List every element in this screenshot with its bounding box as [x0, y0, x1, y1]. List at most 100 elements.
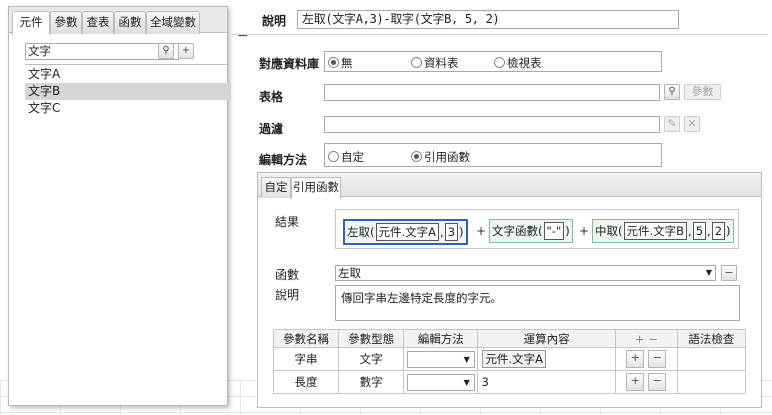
- syntax-check-cell: [676, 347, 747, 371]
- col-syntax-check: 語法檢查: [676, 329, 747, 348]
- add-row-button[interactable]: +: [626, 373, 645, 391]
- remove-row-button[interactable]: −: [648, 350, 667, 368]
- plus-icon: +: [630, 351, 640, 364]
- table-row: 長度 數字 ▼ 3 + −: [272, 370, 747, 394]
- minus-icon: −: [652, 374, 662, 387]
- tab-lookup[interactable]: 查表: [82, 11, 114, 34]
- list-item-selected[interactable]: 文字B: [25, 83, 231, 100]
- param-type-cell: 文字: [338, 347, 405, 371]
- plus-operator: +: [476, 224, 487, 238]
- radio-reference-function[interactable]: 引用函數: [411, 149, 470, 165]
- search-icon: ⚲: [162, 45, 170, 56]
- plus-operator: +: [579, 224, 590, 238]
- radio-custom[interactable]: 自定: [328, 149, 364, 165]
- list-item[interactable]: 文字C: [25, 100, 231, 117]
- syntax-check-cell: [676, 370, 747, 394]
- add-button[interactable]: +: [178, 43, 194, 59]
- param-name-cell: 字串: [272, 347, 340, 371]
- radio-data-table[interactable]: 資料表: [411, 55, 459, 71]
- col-add-remove: + −: [614, 329, 678, 348]
- function-label: 函數: [275, 268, 300, 282]
- dropdown-arrow-icon: ▼: [463, 354, 470, 364]
- list-item[interactable]: 文字A: [25, 66, 231, 83]
- tab-custom[interactable]: 自定: [261, 177, 291, 198]
- plus-icon: +: [630, 374, 640, 387]
- formula-chip-left[interactable]: 左取(元件.文字A, 3): [343, 219, 468, 245]
- func-desc-label: 說明: [275, 288, 300, 302]
- param-type-cell: 數字: [338, 370, 405, 394]
- search-button[interactable]: ⚲: [158, 43, 174, 59]
- source-table-radio-group: 無 資料表 檢視表: [324, 51, 662, 72]
- close-icon: ✕: [687, 117, 697, 130]
- dropdown-arrow-icon: ▼: [463, 377, 470, 387]
- minus-icon: −: [652, 351, 662, 364]
- filter-input[interactable]: [324, 116, 660, 133]
- function-editor-panel: 自定 引用函數 結果 左取(元件.文字A, 3) + 文字函數("-") + 中取…: [257, 172, 762, 408]
- inner-tabbar: 自定 引用函數: [258, 173, 761, 199]
- filter-label: 過濾: [259, 122, 284, 136]
- content-cell[interactable]: 3: [477, 370, 616, 394]
- radio-on-icon: [411, 151, 422, 162]
- remove-row-button[interactable]: −: [648, 373, 667, 391]
- param-name-cell: 長度: [272, 370, 340, 394]
- dropdown-arrow-icon: ▼: [705, 268, 712, 277]
- tab-components[interactable]: 元件: [12, 11, 50, 35]
- edit-method-cell: ▼: [403, 370, 479, 394]
- description-label: 說明: [262, 14, 287, 28]
- radio-off-icon: [494, 57, 505, 68]
- tab-global-variables[interactable]: 全域變數: [146, 11, 200, 34]
- plus-icon: +: [181, 45, 191, 56]
- formula-arg-chip[interactable]: 2: [711, 222, 726, 240]
- minus-icon: −: [724, 266, 734, 279]
- formula-arg-chip[interactable]: 3: [444, 223, 459, 241]
- add-row-button[interactable]: +: [626, 350, 645, 368]
- radio-none[interactable]: 無: [328, 55, 353, 71]
- formula-chip-right[interactable]: 中取(元件.文字B, 5, 2): [592, 219, 734, 243]
- param-table: 參數名稱 參數型態 編輯方法 運算內容 + − 語法檢查 字串 文字 ▼ 元件.…: [272, 329, 747, 394]
- content-cell[interactable]: 元件.文字A: [477, 347, 616, 371]
- formula-box: 左取(元件.文字A, 3) + 文字函數("-") + 中取(元件.文字B, 5, 2…: [335, 209, 739, 249]
- edit-method-select[interactable]: ▼: [406, 350, 475, 368]
- formula-arg-chip[interactable]: 5: [692, 222, 707, 240]
- radio-view-table[interactable]: 檢視表: [494, 55, 542, 71]
- tab-reference-function[interactable]: 引用函數: [291, 177, 341, 199]
- collapse-icon[interactable]: −: [237, 28, 249, 44]
- add-remove-cell: + −: [614, 347, 678, 371]
- content-chip[interactable]: 元件.文字A: [482, 350, 546, 368]
- table-label: 表格: [259, 90, 284, 104]
- filter-clear-button[interactable]: ✕: [684, 116, 700, 132]
- result-label: 結果: [275, 215, 300, 229]
- formula-arg-chip[interactable]: 元件.文字A: [375, 223, 440, 241]
- filter-edit-button[interactable]: ✎: [664, 116, 680, 132]
- radio-off-icon: [328, 151, 339, 162]
- formula-arg-chip[interactable]: "-": [543, 222, 565, 240]
- function-select[interactable]: 左取 ▼: [335, 265, 716, 281]
- add-remove-cell: + −: [614, 370, 678, 394]
- tab-parameters[interactable]: 參數: [50, 11, 82, 34]
- component-list: 文字A 文字B 文字C: [25, 64, 231, 404]
- col-content: 運算內容: [477, 329, 616, 348]
- table-search-button[interactable]: ⚲: [664, 84, 680, 100]
- tab-functions[interactable]: 函數: [114, 11, 146, 34]
- table-row: 字串 文字 ▼ 元件.文字A + −: [272, 347, 747, 371]
- left-tabbar: 元件 參數 查表 函數 全域變數: [9, 7, 227, 35]
- edit-method-label: 編輯方法: [259, 153, 308, 167]
- description-field[interactable]: 左取(文字A,3)-取字(文字B, 5, 2): [297, 10, 679, 29]
- col-edit-method: 編輯方法: [403, 329, 479, 348]
- pencil-icon: ✎: [667, 117, 677, 130]
- formula-chip-middle[interactable]: 文字函數("-"): [489, 219, 573, 243]
- func-desc-box: 傳回字串左邊特定長度的字元。: [335, 285, 740, 321]
- col-param-name: 參數名稱: [272, 329, 340, 348]
- param-button[interactable]: 參數: [684, 84, 721, 100]
- edit-method-cell: ▼: [403, 347, 479, 371]
- col-param-type: 參數型態: [338, 329, 405, 348]
- function-remove-button[interactable]: −: [721, 265, 737, 281]
- search-icon: ⚲: [668, 86, 676, 97]
- search-input[interactable]: 文字: [25, 43, 179, 60]
- source-table-label: 對應資料庫: [259, 57, 320, 71]
- edit-method-select[interactable]: ▼: [406, 373, 475, 391]
- formula-arg-chip[interactable]: 元件.文字B: [623, 222, 688, 240]
- table-input[interactable]: [324, 84, 660, 101]
- radio-off-icon: [411, 57, 422, 68]
- table-header-row: 參數名稱 參數型態 編輯方法 運算內容 + − 語法檢查: [272, 329, 747, 348]
